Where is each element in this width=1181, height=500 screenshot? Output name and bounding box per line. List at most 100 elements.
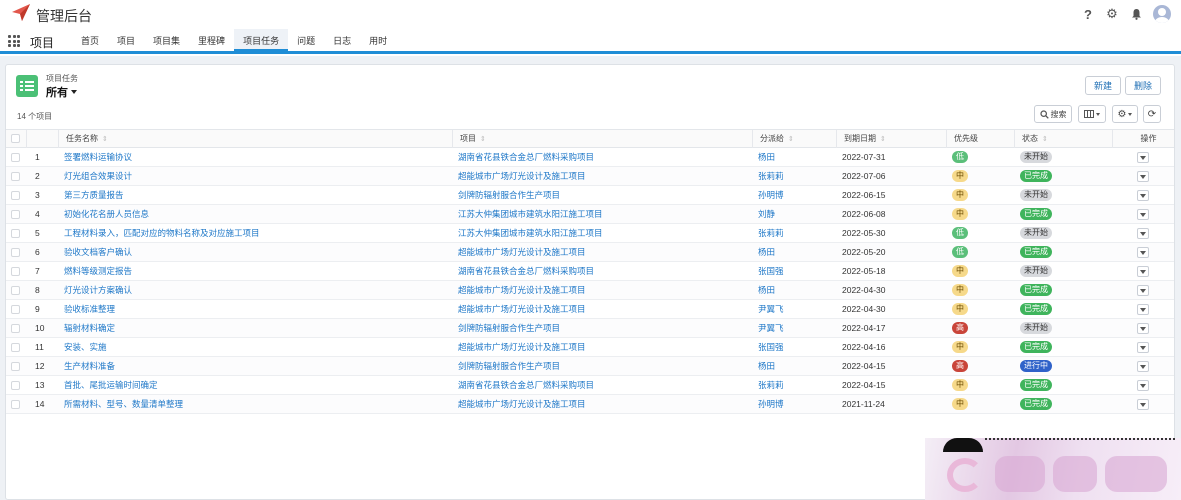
row-checkbox[interactable] (11, 400, 20, 409)
row-action-menu-button[interactable] (1137, 342, 1149, 353)
nav-tab[interactable]: 项目集 (144, 29, 189, 51)
avatar[interactable] (1153, 5, 1171, 23)
row-checkbox[interactable] (11, 362, 20, 371)
column-header-priority[interactable]: 优先级 (946, 130, 1014, 148)
project-link[interactable]: 超能城市广场灯光设计及施工项目 (458, 300, 586, 319)
priority-badge: 中 (952, 264, 968, 277)
column-header-status[interactable]: 状态 ⇕ (1014, 130, 1112, 148)
task-name-link[interactable]: 首批、尾批运输时间确定 (64, 376, 158, 395)
task-name-link[interactable]: 安装、实施 (64, 338, 107, 357)
assignee-link[interactable]: 孙明博 (758, 395, 784, 414)
project-link[interactable]: 剑牌防辐射服合作生产项目 (458, 319, 560, 338)
row-action-menu-button[interactable] (1137, 266, 1149, 277)
row-checkbox[interactable] (11, 153, 20, 162)
project-link[interactable]: 超能城市广场灯光设计及施工项目 (458, 167, 586, 186)
list-settings-button[interactable]: ⚙ (1112, 105, 1138, 123)
task-name-link[interactable]: 辐射材料确定 (64, 319, 115, 338)
nav-tab[interactable]: 首页 (72, 29, 108, 51)
nav-tab[interactable]: 问题 (288, 29, 324, 51)
column-header-due-date[interactable]: 到期日期 ⇕ (836, 130, 946, 148)
project-link[interactable]: 湖南省花县铁合金总厂燃料采购项目 (458, 148, 594, 167)
gear-icon[interactable]: ⚙ (1105, 6, 1119, 21)
select-all-checkbox[interactable] (11, 134, 20, 143)
project-link[interactable]: 超能城市广场灯光设计及施工项目 (458, 243, 586, 262)
task-name-link[interactable]: 工程材料录入，匹配对应的物料名称及对应施工项目 (64, 224, 260, 243)
task-name-link[interactable]: 生产材料准备 (64, 357, 115, 376)
row-action-menu-button[interactable] (1137, 190, 1149, 201)
nav-tab[interactable]: 用时 (360, 29, 396, 51)
row-action-menu-button[interactable] (1137, 285, 1149, 296)
nav-tab[interactable]: 日志 (324, 29, 360, 51)
assignee-link[interactable]: 尹翼飞 (758, 319, 784, 338)
priority-badge: 高 (952, 321, 968, 334)
row-action-menu-button[interactable] (1137, 380, 1149, 391)
project-link[interactable]: 湖南省花县铁合金总厂燃料采购项目 (458, 376, 594, 395)
row-checkbox[interactable] (11, 229, 20, 238)
assignee-link[interactable]: 张国强 (758, 338, 784, 357)
project-link[interactable]: 剑牌防辐射服合作生产项目 (458, 186, 560, 205)
search-button[interactable]: 搜索 (1034, 105, 1072, 123)
column-header-name[interactable]: 任务名称 ⇕ (58, 130, 452, 148)
project-link[interactable]: 江苏大仲集团城市建筑水阳江施工项目 (458, 224, 603, 243)
task-name-link[interactable]: 所需材料、型号、数量清单整理 (64, 395, 183, 414)
row-checkbox[interactable] (11, 343, 20, 352)
assignee-link[interactable]: 张莉莉 (758, 224, 784, 243)
row-action-menu-button[interactable] (1137, 399, 1149, 410)
due-date: 2022-04-15 (842, 361, 886, 371)
task-name-link[interactable]: 验收文档客户确认 (64, 243, 132, 262)
row-checkbox[interactable] (11, 210, 20, 219)
project-link[interactable]: 超能城市广场灯光设计及施工项目 (458, 281, 586, 300)
row-checkbox[interactable] (11, 305, 20, 314)
row-action-menu-button[interactable] (1137, 209, 1149, 220)
assignee-link[interactable]: 杨田 (758, 357, 775, 376)
column-display-button[interactable] (1078, 105, 1106, 123)
task-name-link[interactable]: 签署燃料运输协议 (64, 148, 132, 167)
row-checkbox[interactable] (11, 267, 20, 276)
bell-icon[interactable] (1129, 7, 1143, 21)
task-name-link[interactable]: 燃料等级测定报告 (64, 262, 132, 281)
assignee-link[interactable]: 杨田 (758, 281, 775, 300)
help-icon[interactable]: ? (1081, 7, 1095, 22)
app-launcher-icon[interactable] (8, 35, 20, 47)
row-checkbox[interactable] (11, 172, 20, 181)
new-button[interactable]: 新建 (1085, 76, 1121, 95)
row-checkbox[interactable] (11, 324, 20, 333)
task-name-link[interactable]: 初始化花名册人员信息 (64, 205, 149, 224)
row-action-menu-button[interactable] (1137, 152, 1149, 163)
assignee-link[interactable]: 孙明博 (758, 186, 784, 205)
row-checkbox[interactable] (11, 286, 20, 295)
row-action-menu-button[interactable] (1137, 171, 1149, 182)
assignee-link[interactable]: 张国强 (758, 262, 784, 281)
refresh-button[interactable]: ⟳ (1143, 105, 1161, 123)
list-view-selector[interactable]: 所有 (46, 84, 77, 100)
row-checkbox[interactable] (11, 191, 20, 200)
assignee-link[interactable]: 尹翼飞 (758, 300, 784, 319)
row-action-menu-button[interactable] (1137, 247, 1149, 258)
project-link[interactable]: 超能城市广场灯光设计及施工项目 (458, 395, 586, 414)
row-action-menu-button[interactable] (1137, 361, 1149, 372)
assignee-link[interactable]: 杨田 (758, 243, 775, 262)
column-header-project[interactable]: 项目 ⇕ (452, 130, 752, 148)
delete-button[interactable]: 删除 (1125, 76, 1161, 95)
assignee-link[interactable]: 张莉莉 (758, 376, 784, 395)
nav-tab[interactable]: 里程碑 (189, 29, 234, 51)
nav-tab[interactable]: 项目 (108, 29, 144, 51)
nav-tab[interactable]: 项目任务 (234, 29, 289, 51)
project-link[interactable]: 江苏大仲集团城市建筑水阳江施工项目 (458, 205, 603, 224)
assignee-link[interactable]: 杨田 (758, 148, 775, 167)
assignee-link[interactable]: 刘静 (758, 205, 775, 224)
task-name-link[interactable]: 灯光组合效果设计 (64, 167, 132, 186)
task-name-link[interactable]: 验收标准整理 (64, 300, 115, 319)
row-action-menu-button[interactable] (1137, 304, 1149, 315)
column-header-assignee[interactable]: 分派给 ⇕ (752, 130, 836, 148)
task-name-link[interactable]: 第三方质量报告 (64, 186, 124, 205)
project-link[interactable]: 剑牌防辐射服合作生产项目 (458, 357, 560, 376)
assignee-link[interactable]: 张莉莉 (758, 167, 784, 186)
row-action-menu-button[interactable] (1137, 323, 1149, 334)
project-link[interactable]: 超能城市广场灯光设计及施工项目 (458, 338, 586, 357)
row-checkbox[interactable] (11, 381, 20, 390)
row-checkbox[interactable] (11, 248, 20, 257)
row-action-menu-button[interactable] (1137, 228, 1149, 239)
task-name-link[interactable]: 灯光设计方案确认 (64, 281, 132, 300)
project-link[interactable]: 湖南省花县铁合金总厂燃料采购项目 (458, 262, 594, 281)
